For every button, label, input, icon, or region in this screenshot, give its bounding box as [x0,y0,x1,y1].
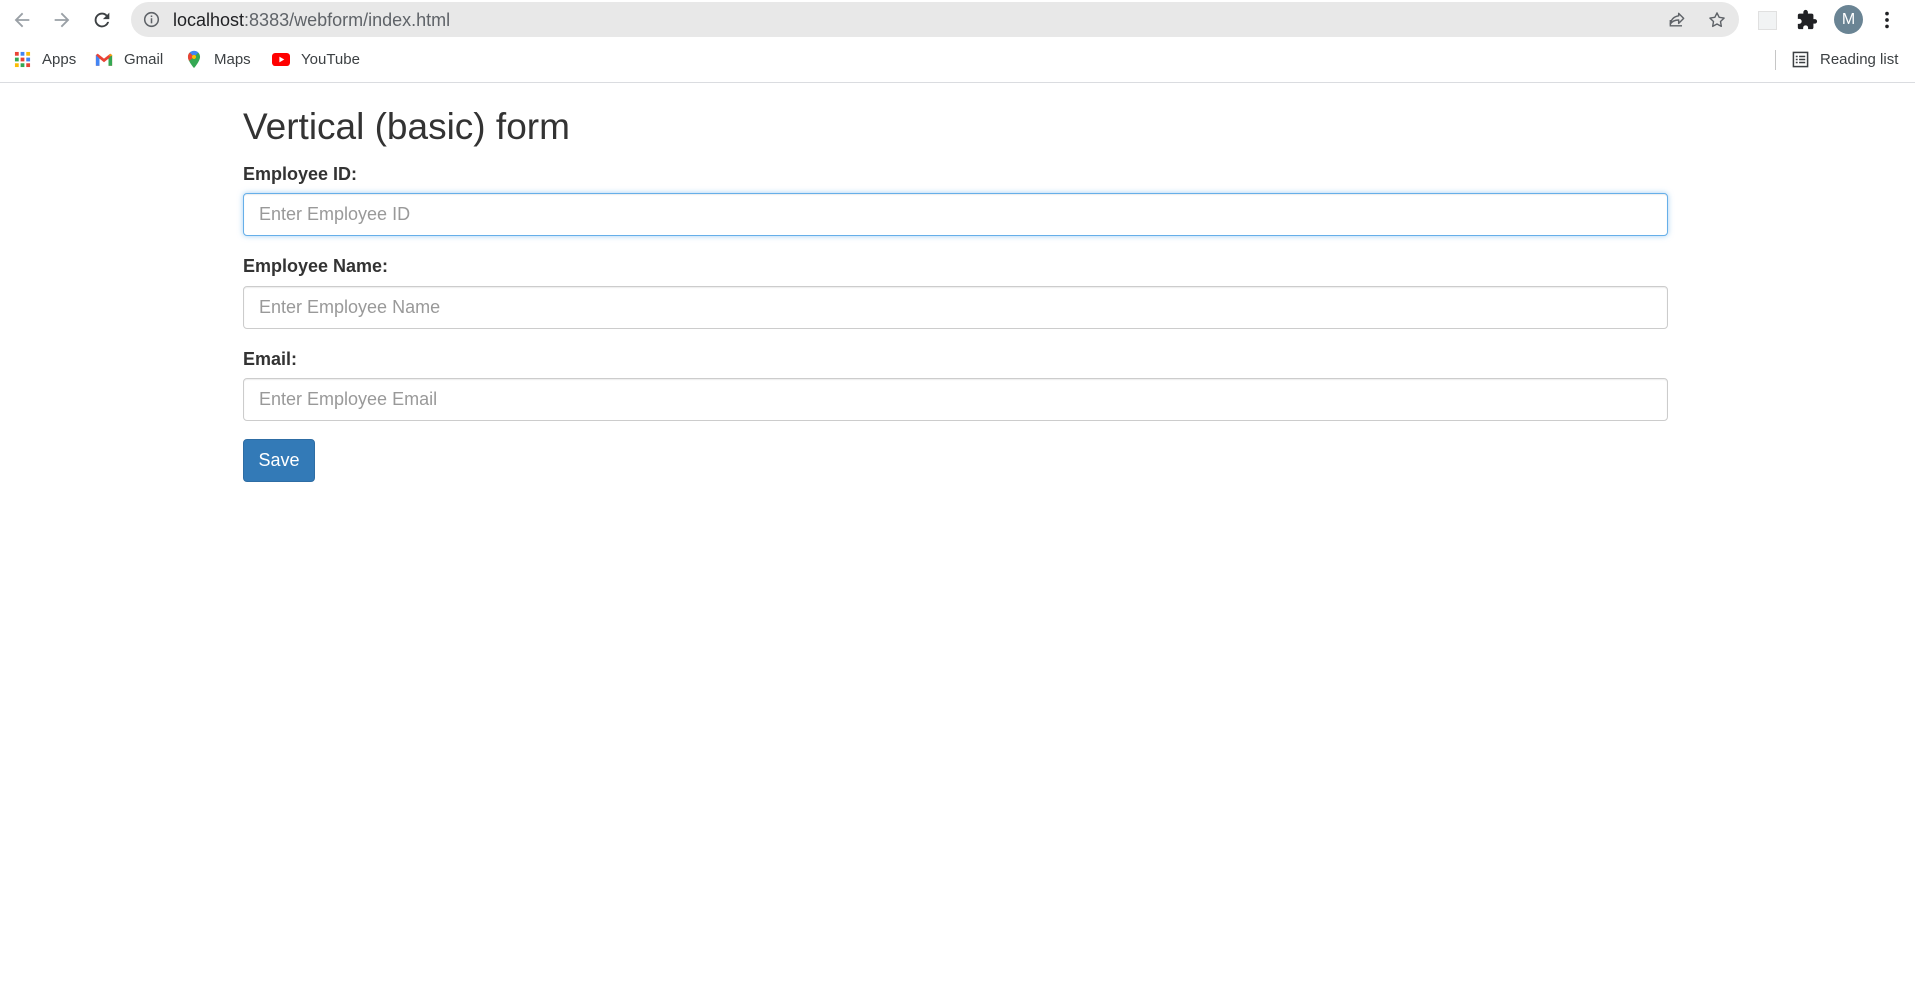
employee-name-label: Employee Name: [243,256,389,276]
bookmark-label: Maps [214,50,251,68]
employee-id-input[interactable] [243,193,1668,236]
email-label: Email: [243,349,298,369]
bookmark-apps[interactable]: Apps [13,46,76,72]
reload-icon [94,12,110,28]
back-button[interactable] [6,4,38,36]
share-icon[interactable] [1666,9,1688,31]
bookmarks-bar: Apps Gmail Maps YouTube [0,46,1915,72]
page-title: Vertical (basic) form [243,106,570,147]
extension-placeholder-icon[interactable] [1754,7,1780,33]
email-input[interactable] [243,378,1668,421]
gmail-icon [95,50,113,68]
bookmark-maps[interactable]: Maps [185,46,251,72]
bookmark-label: YouTube [301,50,360,68]
address-bar[interactable]: localhost:8383/webform/index.html [131,2,1739,37]
employee-id-label: Employee ID: [243,164,358,184]
bookmarks-separator [1775,50,1776,70]
bookmark-star-icon[interactable] [1706,9,1728,31]
reading-list-icon [1791,50,1809,68]
reading-list-label: Reading list [1820,50,1899,68]
arrow-right-icon [54,12,70,28]
page-content: Vertical (basic) form Employee ID: Emplo… [0,83,1915,983]
youtube-icon [272,50,290,68]
url-host: localhost [173,10,245,30]
browser-chrome: localhost:8383/webform/index.html M Apps [0,0,1915,83]
site-info-icon[interactable] [142,10,161,29]
reading-list-button[interactable]: Reading list [1791,46,1898,72]
bookmark-gmail[interactable]: Gmail [95,46,163,72]
profile-avatar[interactable]: M [1834,5,1863,34]
extensions-puzzle-icon[interactable] [1794,7,1820,33]
url-text: localhost:8383/webform/index.html [173,10,450,30]
url-path: :8383/webform/index.html [244,10,451,30]
forward-button[interactable] [46,4,78,36]
arrow-left-icon [14,12,30,28]
bookmark-youtube[interactable]: YouTube [272,46,360,72]
reload-button[interactable] [86,4,118,36]
maps-pin-icon [185,50,203,68]
bookmark-label: Apps [42,50,77,68]
employee-name-input[interactable] [243,286,1668,329]
save-button[interactable]: Save [243,439,315,482]
apps-grid-icon [13,50,31,68]
more-menu-icon[interactable] [1874,7,1900,33]
bookmark-label: Gmail [124,50,164,68]
